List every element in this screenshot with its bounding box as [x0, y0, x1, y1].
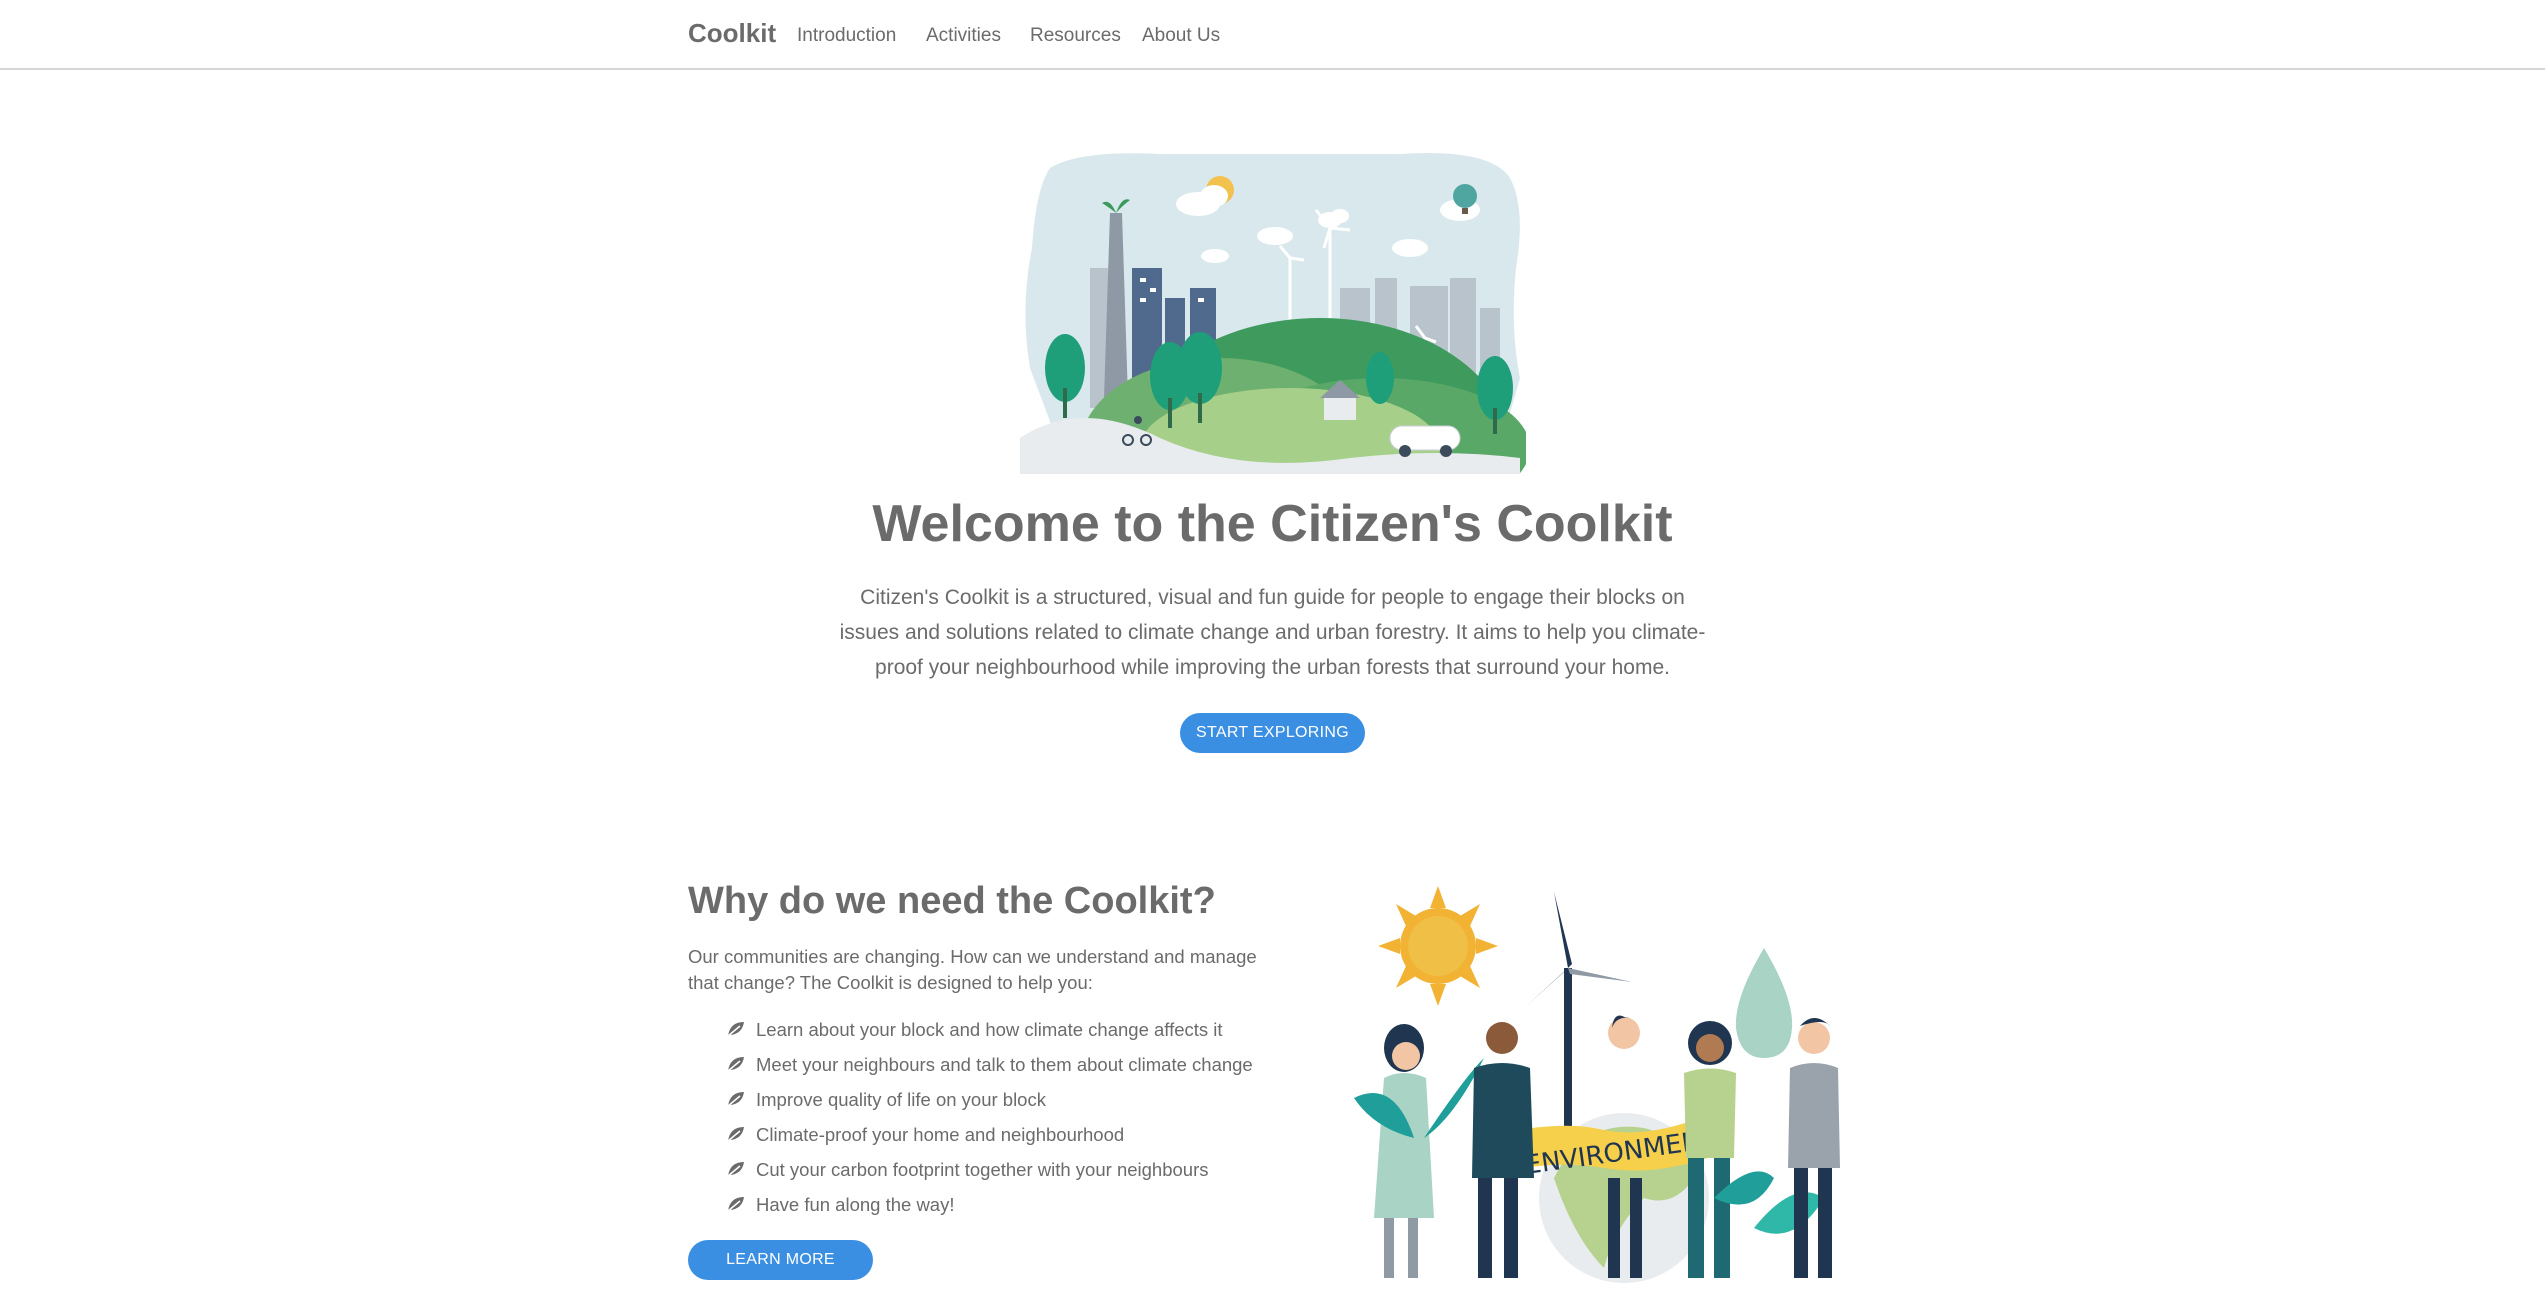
hero-title: Welcome to the Citizen's Coolkit	[872, 495, 1673, 553]
list-item-text: Improve quality of life on your block	[756, 1089, 1046, 1110]
leaf-icon	[727, 1127, 744, 1142]
nav-link-about-us[interactable]: About Us	[1142, 25, 1220, 47]
list-item-text: Learn about your block and how climate c…	[756, 1019, 1223, 1040]
list-item: Meet your neighbours and talk to them ab…	[726, 1047, 1253, 1082]
list-item: Cut your carbon footprint together with …	[726, 1152, 1253, 1187]
list-item: Improve quality of life on your block	[726, 1082, 1253, 1117]
leaf-icon	[727, 1197, 744, 1212]
learn-more-button[interactable]: LEARN MORE	[688, 1240, 873, 1280]
list-item-text: Meet your neighbours and talk to them ab…	[756, 1054, 1253, 1075]
nav-link-activities[interactable]: Activities	[926, 25, 1001, 47]
list-item: Have fun along the way!	[726, 1187, 1253, 1222]
benefits-list: Learn about your block and how climate c…	[726, 1012, 1253, 1222]
list-item-text: Climate-proof your home and neighbourhoo…	[756, 1124, 1125, 1145]
start-exploring-button[interactable]: START EXPLORING	[1180, 713, 1365, 753]
list-item: Climate-proof your home and neighbourhoo…	[726, 1117, 1253, 1152]
leaf-icon	[727, 1057, 744, 1072]
nav-link-introduction[interactable]: Introduction	[797, 25, 896, 47]
why-section-title: Why do we need the Coolkit?	[688, 880, 1216, 922]
navbar: Coolkit Introduction Activities Resource…	[0, 0, 2545, 70]
list-item-text: Have fun along the way!	[756, 1194, 955, 1215]
environment-people-illustration: ENVIRONMENT	[1354, 886, 1840, 1283]
list-item-text: Cut your carbon footprint together with …	[756, 1159, 1209, 1180]
list-item: Learn about your block and how climate c…	[726, 1012, 1253, 1047]
hero-description: Citizen's Coolkit is a structured, visua…	[839, 586, 1706, 679]
why-section-intro: Our communities are changing. How can we…	[688, 946, 1257, 993]
green-city-illustration	[1020, 153, 1526, 474]
nav-link-resources[interactable]: Resources	[1030, 25, 1121, 47]
leaf-icon	[727, 1092, 744, 1107]
brand-logo[interactable]: Coolkit	[688, 18, 776, 49]
leaf-icon	[727, 1162, 744, 1177]
leaf-icon	[727, 1022, 744, 1037]
